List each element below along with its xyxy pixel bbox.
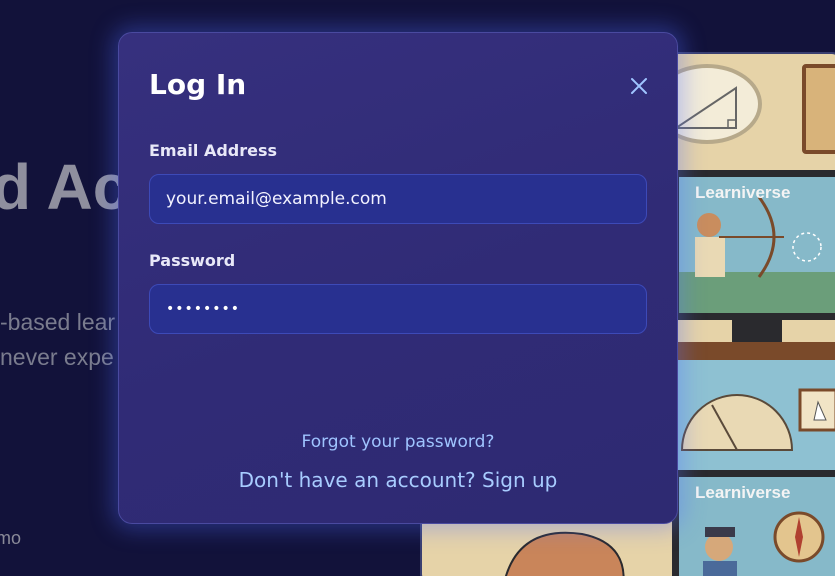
close-button[interactable] <box>624 71 654 101</box>
shelf <box>802 64 835 154</box>
email-label: Email Address <box>149 141 278 160</box>
footer-text: mo <box>0 528 22 548</box>
hero-subtitle-line-1: -based lear <box>0 309 116 335</box>
monitor-1: Learniverse <box>672 170 835 320</box>
monitor-1-stand <box>732 320 782 342</box>
hero-subtitle: -based lear never expe <box>0 305 115 375</box>
monitor-1-label: Learniverse <box>695 183 791 202</box>
modal-title: Log In <box>149 68 247 101</box>
monitor-2-label: Learniverse <box>695 483 791 502</box>
forgot-password-link[interactable]: Forgot your password? <box>119 432 677 452</box>
hero-subtitle-line-2: never expe <box>0 344 114 370</box>
password-label: Password <box>149 251 236 270</box>
close-icon <box>631 78 647 94</box>
password-field[interactable] <box>149 284 647 334</box>
protractor-scene <box>680 388 835 451</box>
monitor-2-screen: Learniverse <box>679 477 835 576</box>
login-modal: Log In Email Address Password Forgot you… <box>118 32 678 524</box>
hero-title: d Ac <box>0 151 129 223</box>
monitor-2: Learniverse <box>672 470 835 576</box>
classroom-wall <box>672 360 835 470</box>
desk-1 <box>672 342 835 360</box>
email-field[interactable] <box>149 174 647 224</box>
monitor-1-screen: Learniverse <box>679 177 835 313</box>
signup-link[interactable]: Don't have an account? Sign up <box>119 468 677 492</box>
